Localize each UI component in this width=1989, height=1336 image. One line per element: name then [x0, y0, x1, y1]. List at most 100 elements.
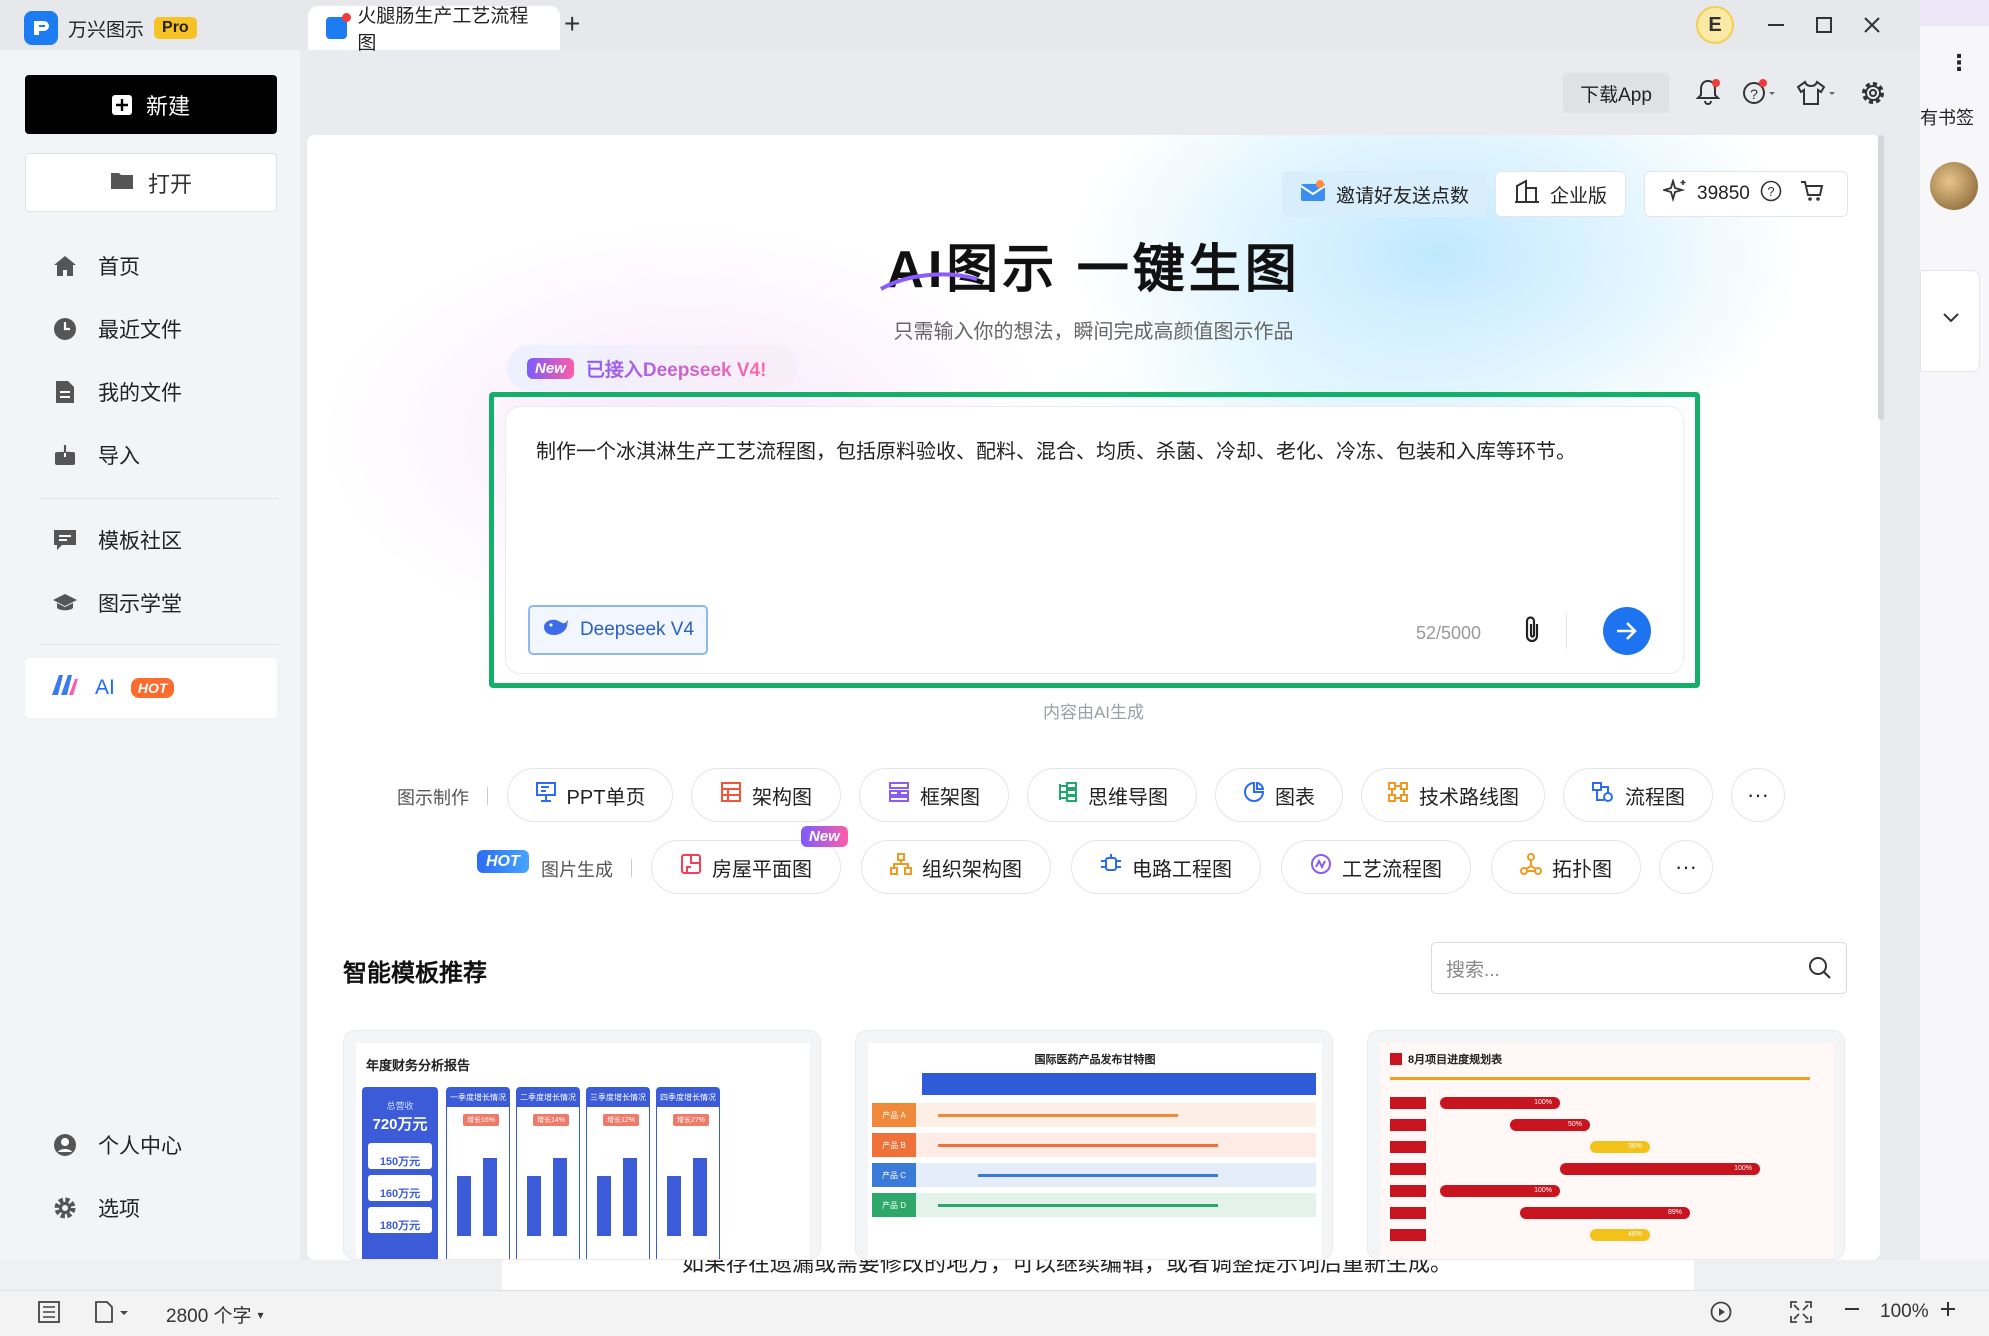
hot-chip-badge: HOT — [477, 850, 529, 873]
sidebar-item-academy[interactable]: 图示学堂 — [52, 583, 182, 623]
chip-mindmap[interactable]: 思维导图 — [1027, 768, 1197, 822]
framework-icon — [888, 781, 910, 809]
user-avatar[interactable]: E — [1696, 6, 1734, 44]
pro-badge: Pro — [154, 17, 197, 39]
collapse-panel[interactable] — [1920, 270, 1980, 372]
quarter-column-header: 一季度增长情况 — [447, 1088, 509, 1107]
settings-gear-icon[interactable] — [1860, 80, 1886, 111]
profile-avatar[interactable] — [1930, 162, 1978, 210]
chip-tech-roadmap[interactable]: 技术路线图 — [1361, 768, 1545, 822]
cart-icon[interactable] — [1800, 180, 1824, 208]
bar — [693, 1158, 707, 1236]
search-icon[interactable] — [1808, 956, 1832, 986]
help-icon[interactable]: ? — [1742, 78, 1778, 111]
points-panel[interactable]: 39850 ? — [1644, 171, 1848, 217]
notification-bell-icon[interactable] — [1695, 78, 1721, 111]
chip-label: 技术路线图 — [1419, 786, 1519, 809]
bookmarks-label[interactable]: 有书签 — [1920, 104, 1974, 130]
chip-chart[interactable]: 图表 — [1215, 768, 1343, 822]
chip-framework[interactable]: 框架图 — [859, 768, 1009, 822]
sidebar-item-ai[interactable]: AI HOT — [25, 658, 277, 718]
chip-topology[interactable]: 拓扑图 — [1491, 840, 1641, 894]
orgchart-icon — [890, 853, 912, 881]
open-button[interactable]: 打开 — [25, 153, 277, 212]
graduation-cap-icon — [52, 590, 78, 616]
hero-subtitle: 只需输入你的想法，瞬间完成高颜值图示作品 — [893, 321, 1294, 343]
strip-top-band — [1920, 0, 1989, 26]
quarter-value: 150万元 — [368, 1143, 432, 1169]
file-icon — [52, 379, 78, 405]
attachment-paperclip-icon[interactable] — [1521, 615, 1549, 649]
bar — [527, 1176, 541, 1236]
prompt-input-area[interactable]: 制作一个冰淇淋生产工艺流程图，包括原料验收、配料、混合、均质、杀菌、冷却、老化、… — [506, 407, 1683, 673]
prompt-textarea[interactable]: 制作一个冰淇淋生产工艺流程图，包括原料验收、配料、混合、均质、杀菌、冷却、老化、… — [536, 435, 1576, 464]
document-page[interactable]: 如果存在遗漏或需要修改的地方，可以继续编辑，或者调整提示词后重新生成。 — [502, 1260, 1694, 1290]
more-image-categories-button[interactable]: ··· — [1659, 840, 1713, 894]
sidebar-item-label: 最近文件 — [98, 319, 182, 342]
chip-process-flow[interactable]: 工艺流程图 — [1281, 840, 1471, 894]
quarter-column: 一季度增长情况 增长16% — [446, 1087, 510, 1259]
skin-shirt-icon[interactable] — [1796, 80, 1837, 111]
fit-screen-icon[interactable] — [1790, 1301, 1812, 1323]
enterprise-button[interactable]: 企业版 — [1495, 171, 1627, 217]
gantt-line — [938, 1114, 1178, 1117]
model-select-button[interactable]: Deepseek V4 — [528, 605, 708, 655]
chip-circuit[interactable]: 电路工程图 — [1071, 840, 1261, 894]
quarter-column-header: 二季度增长情况 — [517, 1088, 579, 1107]
chip-floor-plan[interactable]: 房屋平面图 — [651, 840, 841, 894]
card-title: 年度财务分析报告 — [366, 1058, 471, 1073]
chip-ppt-page[interactable]: PPT单页 — [507, 768, 673, 822]
main-scrollbar[interactable] — [1878, 135, 1884, 420]
new-chip-badge: New — [801, 826, 848, 847]
chip-flowchart[interactable]: 流程图 — [1563, 768, 1713, 822]
chip-label: 架构图 — [752, 786, 812, 809]
mindmap-icon — [1056, 781, 1078, 809]
add-tab-button[interactable]: + — [564, 8, 580, 40]
word-count-dropdown[interactable]: 2800 个字 ▾ — [166, 1301, 264, 1328]
user-icon — [52, 1132, 78, 1158]
floorplan-icon — [680, 853, 702, 881]
sidebar-item-options[interactable]: 选项 — [52, 1188, 140, 1228]
sidebar-item-profile[interactable]: 个人中心 — [52, 1125, 182, 1165]
chip-org-chart[interactable]: 组织架构图 — [861, 840, 1051, 894]
invite-label: 邀请好友送点数 — [1336, 185, 1470, 207]
close-button[interactable] — [1854, 8, 1890, 42]
deepseek-announcement[interactable]: New 已接入Deepseek V4! — [507, 345, 797, 391]
template-card[interactable]: 国际医药产品发布甘特图 产品 A 产品 B 产品 C 产品 D — [855, 1030, 1333, 1260]
sidebar-item-templates[interactable]: 模板社区 — [52, 520, 182, 560]
more-categories-button[interactable]: ··· — [1731, 768, 1785, 822]
zoom-out-button[interactable] — [1844, 1301, 1860, 1317]
chip-architecture[interactable]: 架构图 — [691, 768, 841, 822]
template-card[interactable]: 8月项目进度规划表 100% 50% 36% 100% 100% 89% 46% — [1367, 1030, 1845, 1260]
more-menu-icon[interactable]: ⋮ — [1948, 50, 1970, 76]
document-tab[interactable]: 火腿肠生产工艺流程图 — [308, 6, 560, 54]
page-view-dropdown[interactable] — [94, 1301, 128, 1323]
sidebar-item-import[interactable]: 导入 — [52, 435, 140, 475]
maximize-button[interactable] — [1806, 8, 1842, 42]
hot-label: HOT — [477, 850, 529, 873]
hot-badge: HOT — [130, 678, 175, 698]
zoom-in-button[interactable] — [1940, 1301, 1956, 1317]
process-icon — [1310, 853, 1332, 881]
arrow-right-icon — [1617, 622, 1637, 640]
new-button[interactable]: 新建 — [25, 75, 277, 134]
task-tag — [1390, 1119, 1426, 1131]
invite-friends-button[interactable]: 邀请好友送点数 — [1282, 171, 1488, 217]
sidebar-item-recent[interactable]: 最近文件 — [52, 309, 182, 349]
send-button[interactable] — [1603, 607, 1651, 655]
app-home-tab[interactable]: 万兴图示 Pro — [24, 6, 197, 50]
template-card[interactable]: 年度财务分析报告 总营收 720万元 150万元 160万元 180万元 一季度… — [343, 1030, 821, 1260]
outline-view-icon[interactable] — [38, 1301, 60, 1323]
download-app-button[interactable]: 下载App — [1563, 73, 1669, 113]
sidebar-item-home[interactable]: 首页 — [52, 246, 140, 286]
zoom-level[interactable]: 100% — [1880, 1301, 1929, 1323]
gantt-line — [978, 1174, 1218, 1177]
minimize-button[interactable] — [1758, 8, 1794, 42]
template-search-input[interactable]: 搜索... — [1431, 942, 1847, 994]
sidebar-item-my-files[interactable]: 我的文件 — [52, 372, 182, 412]
category-row1-label: 图示制作 — [397, 788, 469, 808]
play-icon[interactable] — [1710, 1301, 1732, 1323]
points-help-icon[interactable]: ? — [1760, 180, 1782, 208]
card-preview: 8月项目进度规划表 100% 50% 36% 100% 100% 89% 46% — [1380, 1043, 1834, 1259]
roadmap-icon — [1387, 781, 1409, 809]
